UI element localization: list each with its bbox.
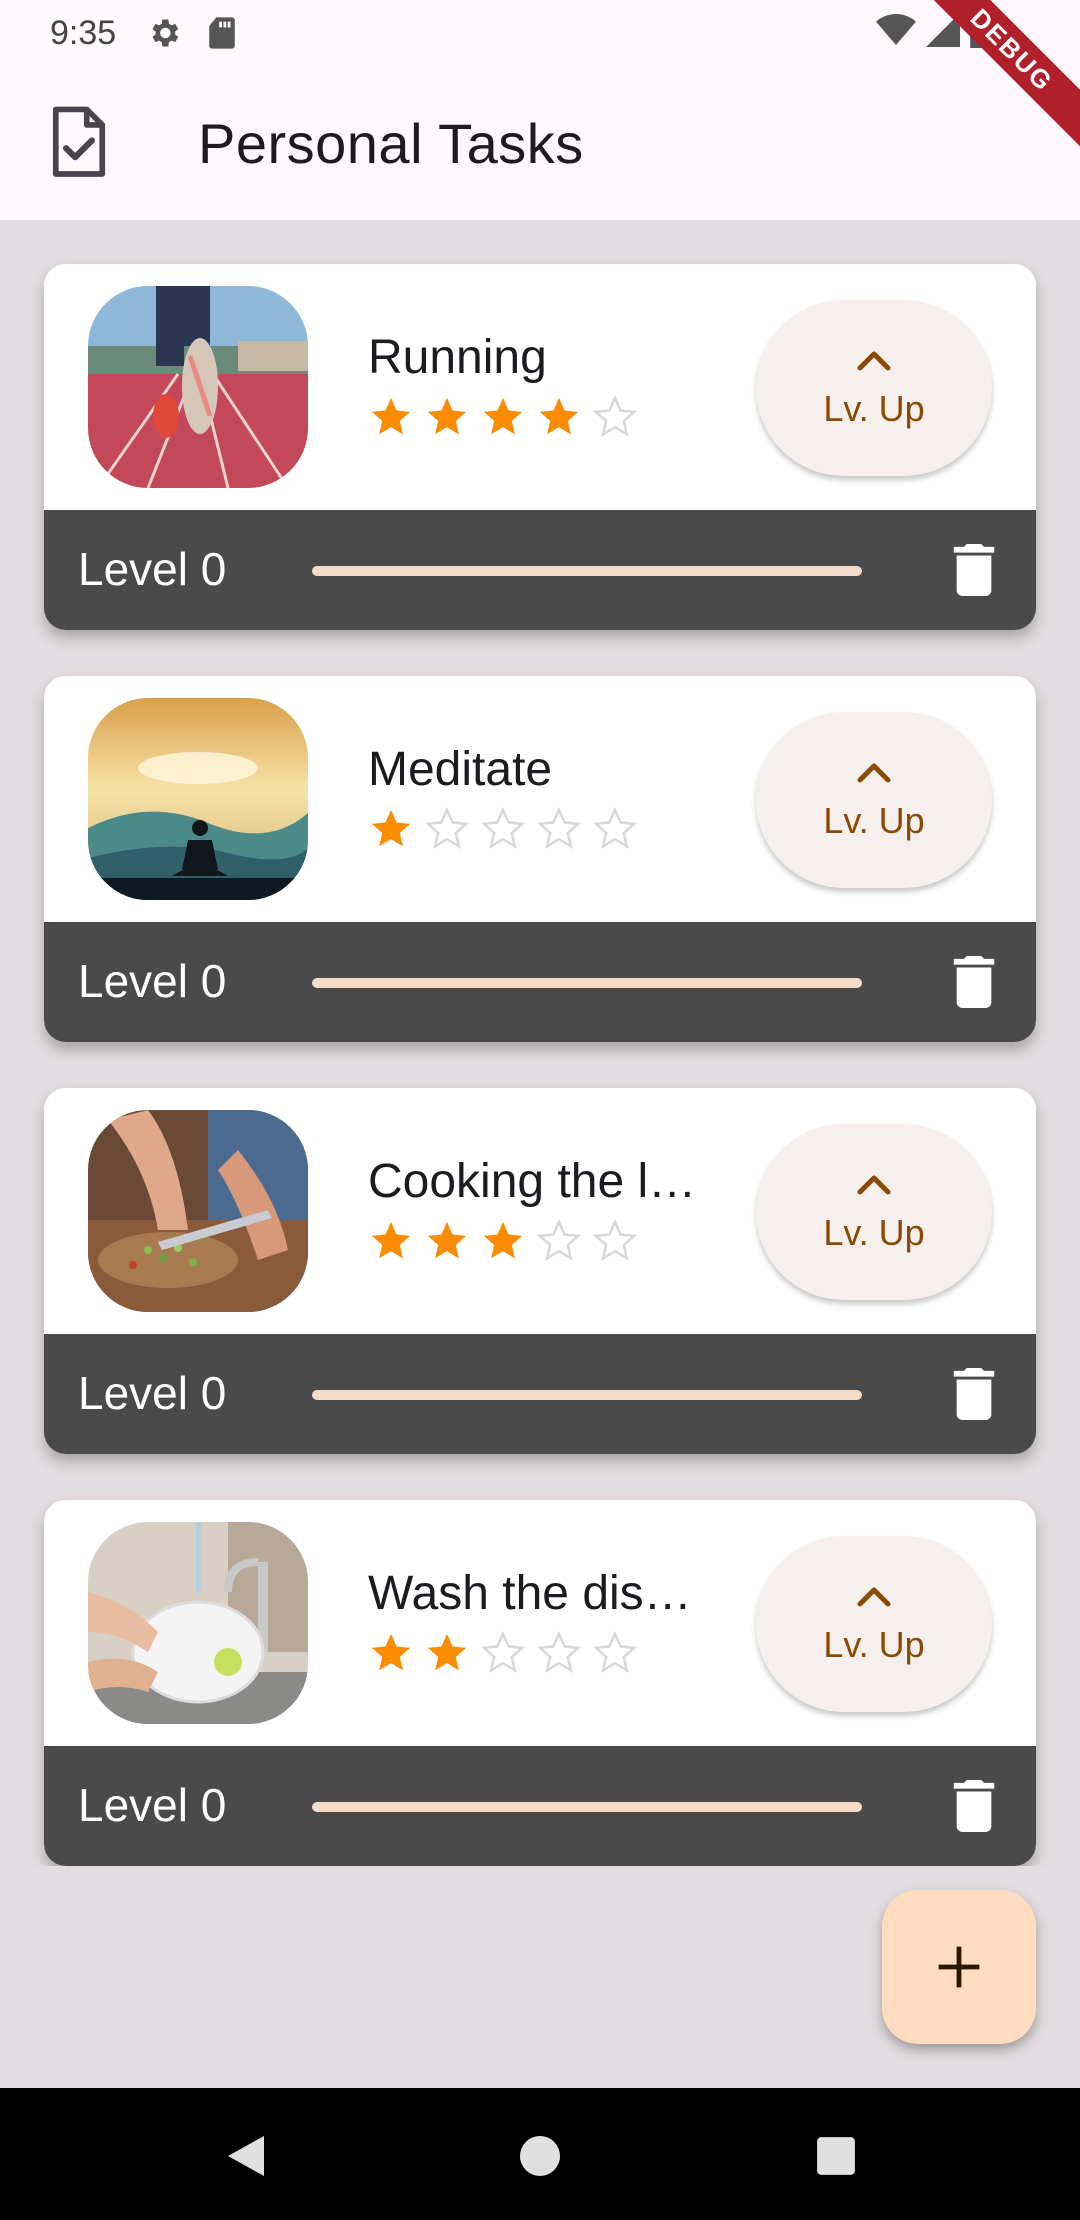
level-up-button[interactable]: Lv. Up [756,1536,992,1712]
level-up-label: Lv. Up [823,388,925,429]
star-filled-icon[interactable] [424,1218,470,1264]
status-time: 9:35 [50,13,117,52]
delete-button[interactable] [944,1774,1004,1838]
task-card-cooking[interactable]: Cooking the l… Lv. Up Level 0 [44,1088,1036,1454]
star-empty-icon[interactable] [536,1218,582,1264]
running-track-photo [88,286,308,488]
star-empty-icon[interactable] [480,806,526,852]
star-filled-icon[interactable] [424,1630,470,1676]
star-empty-icon[interactable] [592,1218,638,1264]
star-filled-icon[interactable] [368,1218,414,1264]
meditation-sunset-photo [88,698,308,900]
star-empty-icon[interactable] [480,1630,526,1676]
task-card-header: Running Lv. Up [44,264,1036,510]
level-up-button[interactable]: Lv. Up [756,300,992,476]
system-nav-bar [0,2088,1080,2220]
task-card-footer: Level 0 [44,510,1036,630]
level-up-label: Lv. Up [823,1212,925,1253]
chevron-up-icon [857,351,891,371]
star-filled-icon[interactable] [368,1630,414,1676]
delete-button[interactable] [944,538,1004,602]
level-label: Level 0 [78,543,227,595]
star-filled-icon[interactable] [368,394,414,440]
chevron-up-icon [857,1175,891,1195]
star-filled-icon[interactable] [368,806,414,852]
gear-icon [144,13,184,53]
page-title: Personal Tasks [198,111,584,175]
task-name: Cooking the l… [368,1155,697,1208]
task-card-header: Cooking the l… Lv. Up [44,1088,1036,1334]
home-circle-icon[interactable] [516,2132,564,2180]
task-card-header: Wash the dis… Lv. Up [44,1500,1036,1746]
plus-icon [938,1946,980,1988]
task-card-header: Meditate Lv. Up [44,676,1036,922]
star-rating[interactable] [368,1630,638,1676]
task-card-footer: Level 0 [44,1334,1036,1454]
star-empty-icon[interactable] [536,806,582,852]
task-checklist-icon [44,104,114,182]
trash-icon [953,1368,995,1420]
star-empty-icon[interactable] [592,394,638,440]
level-label: Level 0 [78,955,227,1007]
level-up-label: Lv. Up [823,800,925,841]
task-name: Running [368,331,547,384]
chevron-up-icon [857,763,891,783]
task-card-meditate[interactable]: Meditate Lv. Up Level 0 [44,676,1036,1042]
star-empty-icon[interactable] [536,1630,582,1676]
star-filled-icon[interactable] [480,394,526,440]
delete-button[interactable] [944,950,1004,1014]
task-list[interactable]: Running Lv. Up Level 0 Meditate Lv. Up L… [0,220,1080,1866]
washing-dishes-photo [88,1522,308,1724]
level-progress-bar [312,1802,862,1812]
task-name: Meditate [368,743,553,796]
level-label: Level 0 [78,1367,227,1419]
status-bar: 9:35 [0,0,1080,66]
trash-icon [953,956,995,1008]
star-filled-icon[interactable] [424,394,470,440]
chevron-up-icon [857,1587,891,1607]
star-filled-icon[interactable] [536,394,582,440]
recents-square-icon[interactable] [812,2132,860,2180]
star-rating[interactable] [368,1218,638,1264]
app-bar: Personal Tasks [0,66,1080,220]
trash-icon [953,1780,995,1832]
add-task-button[interactable] [882,1890,1036,2044]
star-empty-icon[interactable] [424,806,470,852]
task-card-wash-dishes[interactable]: Wash the dis… Lv. Up Level 0 [44,1500,1036,1866]
trash-icon [953,544,995,596]
star-empty-icon[interactable] [592,806,638,852]
sd-card-icon [202,13,242,53]
task-card-running[interactable]: Running Lv. Up Level 0 [44,264,1036,630]
task-name: Wash the dis… [368,1567,692,1620]
task-card-footer: Level 0 [44,922,1036,1042]
level-progress-bar [312,1390,862,1400]
delete-button[interactable] [944,1362,1004,1426]
star-filled-icon[interactable] [480,1218,526,1264]
task-card-footer: Level 0 [44,1746,1036,1866]
level-up-label: Lv. Up [823,1624,925,1665]
back-triangle-icon[interactable] [222,2132,270,2180]
star-empty-icon[interactable] [592,1630,638,1676]
level-up-button[interactable]: Lv. Up [756,712,992,888]
level-progress-bar [312,978,862,988]
level-up-button[interactable]: Lv. Up [756,1124,992,1300]
star-rating[interactable] [368,806,638,852]
cooking-chopping-photo [88,1110,308,1312]
star-rating[interactable] [368,394,638,440]
level-progress-bar [312,566,862,576]
wifi-icon [876,13,916,56]
level-label: Level 0 [78,1779,227,1831]
